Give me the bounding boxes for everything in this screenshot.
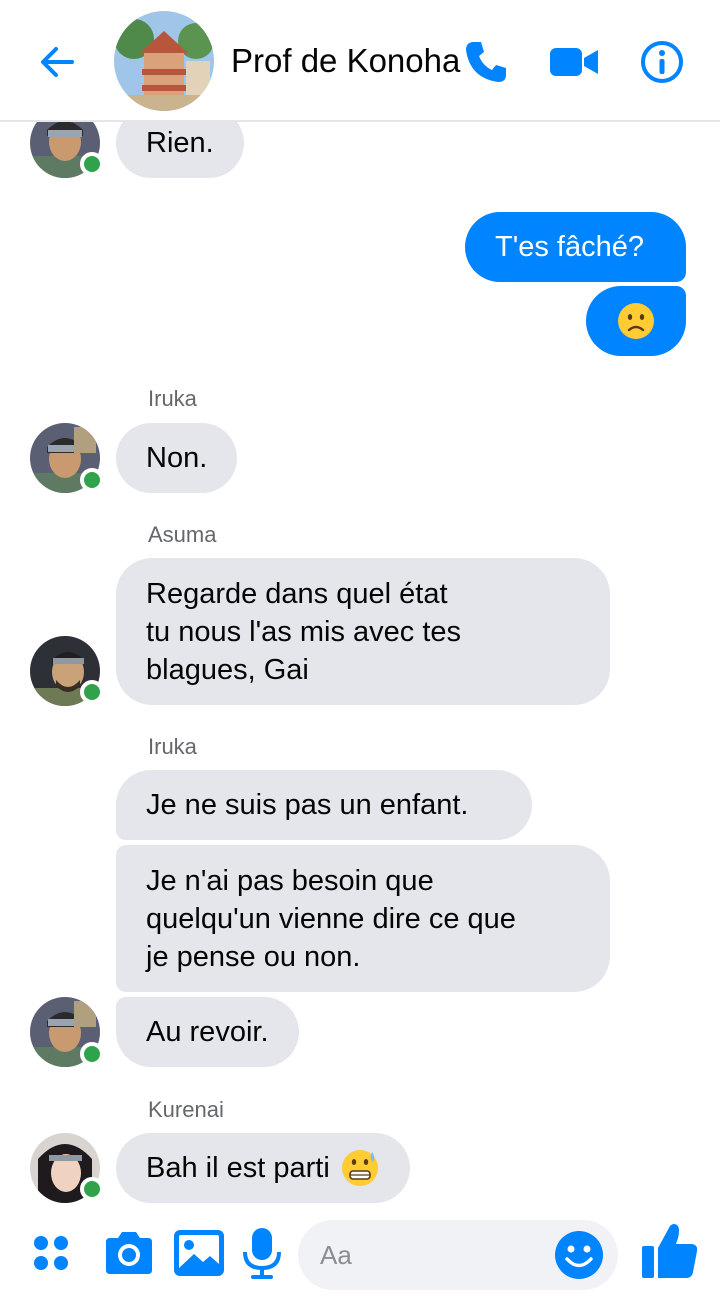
microphone-icon[interactable] [233, 1224, 291, 1282]
message-text: T'es fâché? [495, 231, 645, 263]
sender-name: Iruka [148, 386, 197, 411]
message-bubble-outgoing[interactable] [586, 286, 686, 356]
info-icon[interactable] [636, 36, 688, 88]
online-indicator [80, 680, 104, 704]
message-text: Je ne suis pas un enfant. [146, 789, 469, 821]
smiley-icon[interactable] [554, 1230, 604, 1280]
message-line: Je n'ai pas besoin que [146, 864, 434, 897]
online-indicator [80, 152, 104, 176]
message-text: Bah il est parti [146, 1152, 330, 1184]
group-avatar[interactable] [114, 11, 214, 111]
message-text: Au revoir. [146, 1016, 269, 1048]
message-line: je pense ou non. [146, 940, 361, 973]
message-input[interactable]: Aa [298, 1220, 618, 1290]
phone-icon[interactable] [460, 36, 512, 88]
message-bubble[interactable]: Je n'ai pas besoin que quelqu'un vienne … [116, 845, 610, 992]
message-bubble[interactable]: Au revoir. [116, 997, 299, 1067]
gallery-icon[interactable] [170, 1224, 228, 1282]
online-indicator [80, 1042, 104, 1066]
message-thread: Rien. T'es fâché? Iruka Non. Asuma Regar… [0, 0, 720, 1296]
message-bubble[interactable]: Regarde dans quel état tu nous l'as mis … [116, 558, 610, 705]
message-line: Regarde dans quel état [146, 577, 448, 610]
message-bubble[interactable]: Non. [116, 423, 238, 493]
message-line: quelqu'un vienne dire ce que [146, 902, 516, 935]
grimacing-emoji [341, 1150, 378, 1186]
sender-name: Kurenai [148, 1097, 224, 1122]
message-text: Non. [146, 442, 208, 474]
message-bubble[interactable]: Je ne suis pas un enfant. [116, 770, 532, 840]
message-text: Rien. [146, 127, 214, 159]
apps-icon[interactable] [24, 1224, 82, 1282]
message-bubble[interactable]: Bah il est parti [116, 1133, 410, 1203]
composer-bar: Aa [0, 1212, 720, 1296]
camera-icon[interactable] [100, 1224, 158, 1282]
message-input-placeholder: Aa [320, 1240, 352, 1270]
message-bubble-outgoing[interactable]: T'es fâché? [465, 212, 686, 282]
sender-name: Asuma [148, 522, 217, 547]
thumbs-up-icon[interactable] [638, 1218, 702, 1282]
conversation-title[interactable]: Prof de Konoha [231, 42, 460, 80]
frowning-emoji [618, 303, 654, 339]
online-indicator [80, 1177, 104, 1201]
sender-name: Iruka [148, 734, 197, 759]
message-line: tu nous l'as mis avec tes [146, 615, 462, 648]
message-line: blagues, Gai [146, 653, 309, 686]
video-icon[interactable] [548, 36, 600, 88]
back-arrow-icon[interactable] [36, 40, 80, 84]
conversation-header: Prof de Konoha [0, 0, 720, 122]
online-indicator [80, 468, 104, 492]
